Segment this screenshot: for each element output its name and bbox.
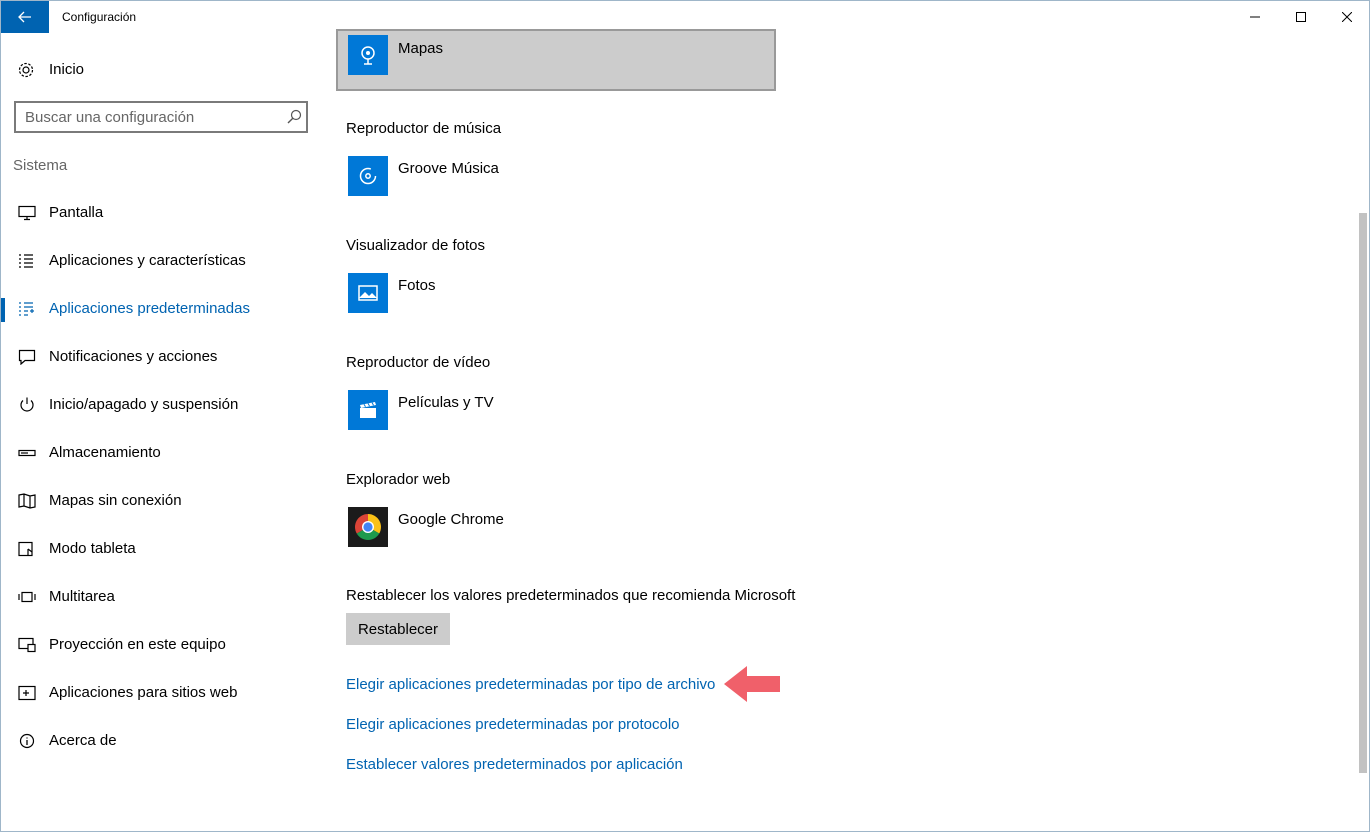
sidebar-item-aplicaciones-predeterminadas[interactable]: Aplicaciones predeterminadas [1,289,321,329]
scroll-thumb[interactable] [1359,213,1367,773]
web-browser-label: Explorador web [346,471,451,488]
window-title: Configuración [62,10,137,24]
gear-icon [18,62,34,78]
default-apps-icon [19,302,34,316]
photo-viewer-label: Visualizador de fotos [346,237,485,254]
sidebar-item-label: Almacenamiento [49,444,161,461]
map-pin-icon [361,46,375,65]
list-icon [19,254,33,268]
reset-description: Restablecer los valores predeterminados … [346,587,796,604]
section-heading: Sistema [13,157,68,174]
sidebar-item-label: Modo tableta [49,540,136,557]
maps-app-name: Mapas [398,40,444,57]
sidebar-item-label: Mapas sin conexión [49,492,182,509]
sidebar-item-mapas-sin-conexion[interactable]: Mapas sin conexión [1,481,321,521]
photos-app-name: Fotos [398,277,436,294]
sidebar-item-aplicaciones-caracteristicas[interactable]: Aplicaciones y características [1,241,321,281]
power-icon [20,397,34,412]
search-icon[interactable] [286,109,302,125]
back-button[interactable] [1,1,49,33]
sidebar-item-aplicaciones-sitios-web[interactable]: Aplicaciones para sitios web [1,673,321,713]
red-arrow-annotation [724,666,780,702]
monitor-icon [18,205,36,221]
search-box [14,101,308,133]
video-player-label: Reproductor de vídeo [346,354,491,371]
sidebar-item-label: Notificaciones y acciones [49,348,218,365]
sidebar-item-label: Acerca de [49,732,117,749]
main-content: Mapas Reproductor de música Groove Músic… [321,29,1357,831]
sidebar-item-label: Proyección en este equipo [49,636,226,653]
maps-app-icon [348,35,388,75]
back-arrow-icon [18,11,31,23]
map-icon [18,493,36,509]
movies-icon [348,390,388,430]
sidebar: Inicio Sistema Pantalla Aplicaciones y c… [1,33,321,831]
link-by-app[interactable]: Establecer valores predeterminados por a… [346,756,683,773]
content-scrollbar[interactable] [1357,33,1369,831]
multitask-icon [18,591,36,603]
sidebar-item-inicio-apagado[interactable]: Inicio/apagado y suspensión [1,385,321,425]
photos-icon [348,273,388,313]
sidebar-item-acerca-de[interactable]: Acerca de [1,721,321,761]
link-by-file-type[interactable]: Elegir aplicaciones predeterminadas por … [346,676,715,693]
sidebar-item-modo-tableta[interactable]: Modo tableta [1,529,321,569]
sidebar-item-multitarea[interactable]: Multitarea [1,577,321,617]
notification-icon [18,349,36,365]
sidebar-item-label: Inicio/apagado y suspensión [49,396,239,413]
link-by-protocol[interactable]: Elegir aplicaciones predeterminadas por … [346,716,680,733]
sidebar-item-notificaciones[interactable]: Notificaciones y acciones [1,337,321,377]
maximize-icon [1296,12,1306,22]
groove-icon [348,156,388,196]
chrome-icon [348,507,388,547]
sidebar-home-label: Inicio [49,61,85,78]
sidebar-item-proyeccion[interactable]: Proyección en este equipo [1,625,321,665]
movies-app-name: Películas y TV [398,394,494,411]
sidebar-item-pantalla[interactable]: Pantalla [1,193,321,233]
reset-button[interactable]: Restablecer [346,613,450,645]
close-icon [1342,12,1352,22]
sidebar-item-label: Pantalla [49,204,104,221]
maps-app-tile[interactable]: Mapas [336,29,776,91]
sidebar-item-label: Aplicaciones y características [49,252,246,269]
web-apps-icon [18,685,36,701]
music-player-label: Reproductor de música [346,120,502,137]
search-input[interactable] [25,108,275,126]
projection-icon [18,637,36,653]
info-icon [19,733,35,749]
tablet-icon [18,541,33,557]
browser-app-name: Google Chrome [398,511,504,528]
music-app-name: Groove Música [398,160,499,177]
settings-window: Configuración Inicio Sistema [0,0,1370,832]
sidebar-item-label: Multitarea [49,588,115,605]
sidebar-item-almacenamiento[interactable]: Almacenamiento [1,433,321,473]
minimize-icon [1250,16,1260,18]
sidebar-item-label: Aplicaciones predeterminadas [49,300,250,317]
sidebar-home[interactable]: Inicio [1,53,321,85]
maximize-button[interactable] [1278,1,1324,33]
sidebar-item-label: Aplicaciones para sitios web [49,684,238,701]
close-button[interactable] [1324,1,1369,33]
storage-icon [18,449,36,457]
minimize-button[interactable] [1232,1,1278,33]
active-indicator [1,298,5,322]
